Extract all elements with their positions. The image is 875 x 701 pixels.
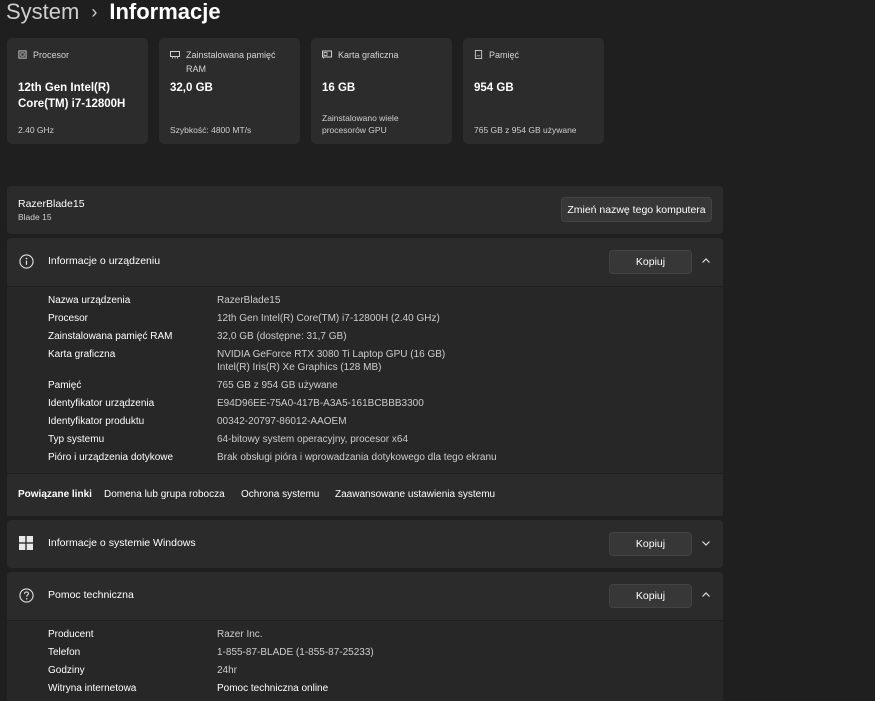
spec-row-value: 32,0 GB (dostępne: 31,7 GB)	[217, 331, 347, 342]
windows-info-title: Informacje o systemie Windows	[48, 537, 196, 549]
spec-row-label: Procesor	[48, 313, 89, 324]
copy-windows-info-button[interactable]: Kopiuj	[609, 532, 692, 556]
spec-row-value: Brak obsługi pióra i wprowadzania dotyko…	[217, 452, 497, 463]
support-body: Producent Razer Inc. Telefon 1-855-87-BL…	[7, 620, 723, 701]
spec-row-value: 00342-20797-86012-AAOEM	[217, 416, 347, 427]
link-system-protection[interactable]: Ochrona systemu	[241, 489, 319, 500]
link-domain-workgroup[interactable]: Domena lub grupa robocza	[104, 489, 225, 500]
spec-value: 954 GB	[474, 82, 514, 94]
pc-name-panel: RazerBlade15 Blade 15 Zmień nazwę tego k…	[7, 186, 723, 234]
storage-icon	[474, 50, 483, 59]
device-info-title: Informacje o urządzeniu	[48, 255, 161, 267]
ram-icon	[170, 51, 180, 59]
spec-caption: Zainstalowana pamięć RAM	[186, 50, 276, 74]
rename-pc-button[interactable]: Zmień nazwę tego komputera	[561, 197, 712, 222]
support-row-label: Witryna internetowa	[48, 683, 137, 694]
spec-row-value: E94D96EE-75A0-417B-A3A5-161BCBBB3300	[217, 398, 424, 409]
spec-row-label: Pióro i urządzenia dotykowe	[48, 452, 174, 463]
processor-icon	[18, 50, 27, 59]
spec-row-label: Zainstalowana pamięć RAM	[48, 331, 173, 342]
graphics-card-icon	[322, 50, 332, 59]
spec-subtext: Szybkość: 4800 MT/s	[170, 125, 252, 135]
spec-row-value: 765 GB z 954 GB używane	[217, 380, 338, 391]
support-row-value: Razer Inc.	[217, 629, 263, 640]
spec-subtext: 2.40 GHz	[18, 125, 54, 135]
spec-row-label: Identyfikator produktu	[48, 416, 145, 427]
pc-model: Blade 15	[18, 212, 52, 222]
support-row-value: 1-855-87-BLADE (1-855-87-25233)	[217, 647, 374, 658]
support-row-label: Telefon	[48, 647, 81, 658]
spec-subtext: 765 GB z 954 GB używane	[474, 125, 577, 135]
spec-card-graphics: Karta graficzna 16 GB Zainstalowano wiel…	[311, 38, 452, 144]
spec-row-label: Pamięć	[48, 380, 82, 391]
breadcrumb-chevron-icon: ›	[91, 1, 98, 22]
windows-logo-icon	[19, 536, 33, 550]
spec-value: 32,0 GB	[170, 82, 213, 94]
page-title: Informacje	[109, 0, 221, 24]
spec-caption: Pamięć	[489, 50, 520, 60]
spec-card-processor: Procesor 12th Gen Intel(R) Core(TM) i7-1…	[7, 38, 148, 144]
chevron-down-icon[interactable]	[701, 538, 711, 548]
spec-row-label: Typ systemu	[48, 434, 105, 445]
info-icon	[19, 254, 34, 269]
chevron-up-icon[interactable]	[701, 590, 711, 600]
support-header[interactable]: Pomoc techniczna Kopiuj	[7, 572, 723, 620]
spec-row-value: RazerBlade15	[217, 295, 281, 306]
spec-row-label: Nazwa urządzenia	[48, 295, 131, 306]
spec-row-label: Identyfikator urządzenia	[48, 398, 155, 409]
spec-caption: Procesor	[33, 50, 70, 60]
copy-device-info-button[interactable]: Kopiuj	[609, 250, 692, 274]
windows-info-header[interactable]: Informacje o systemie Windows Kopiuj	[7, 520, 723, 568]
device-info-header[interactable]: Informacje o urządzeniu Kopiuj	[7, 238, 723, 286]
spec-subtext: Zainstalowano wiele procesorów GPU	[322, 113, 399, 135]
support-row-label: Godziny	[48, 665, 85, 676]
spec-row-value: 64-bitowy system operacyjny, procesor x6…	[217, 434, 409, 445]
device-info-body: Nazwa urządzenia RazerBlade15 Procesor 1…	[7, 286, 723, 474]
spec-row-value-secondary: Intel(R) Iris(R) Xe Graphics (128 MB)	[217, 362, 382, 373]
pc-name: RazerBlade15	[18, 198, 85, 210]
support-title: Pomoc techniczna	[48, 589, 134, 601]
related-links: Powiązane linki Domena lub grupa robocza…	[7, 473, 723, 516]
link-advanced-system-settings[interactable]: Zaawansowane ustawienia systemu	[335, 489, 495, 500]
spec-card-ram: Zainstalowana pamięć RAM 32,0 GB Szybkoś…	[159, 38, 300, 144]
support-row-label: Producent	[48, 629, 94, 640]
spec-card-storage: Pamięć 954 GB 765 GB z 954 GB używane	[463, 38, 604, 144]
spec-caption: Karta graficzna	[338, 50, 399, 60]
chevron-up-icon[interactable]	[701, 256, 711, 266]
spec-row-value: NVIDIA GeForce RTX 3080 Ti Laptop GPU (1…	[217, 349, 446, 360]
breadcrumb: System › Informacje	[6, 0, 221, 28]
spec-row-value: 12th Gen Intel(R) Core(TM) i7-12800H (2.…	[217, 313, 440, 324]
copy-support-button[interactable]: Kopiuj	[609, 584, 692, 608]
spec-value: 12th Gen Intel(R) Core(TM) i7-12800H	[18, 82, 126, 110]
spec-row-label: Karta graficzna	[48, 349, 116, 360]
breadcrumb-system-link[interactable]: System	[6, 0, 79, 25]
spec-row: Karta graficzna NVIDIA GeForce RTX 3080 …	[48, 348, 713, 376]
help-icon	[19, 588, 34, 603]
support-row-value: 24hr	[217, 665, 238, 676]
spec-value: 16 GB	[322, 82, 356, 94]
related-links-title: Powiązane linki	[18, 489, 92, 500]
support-website-link[interactable]: Pomoc techniczna online	[217, 682, 328, 695]
